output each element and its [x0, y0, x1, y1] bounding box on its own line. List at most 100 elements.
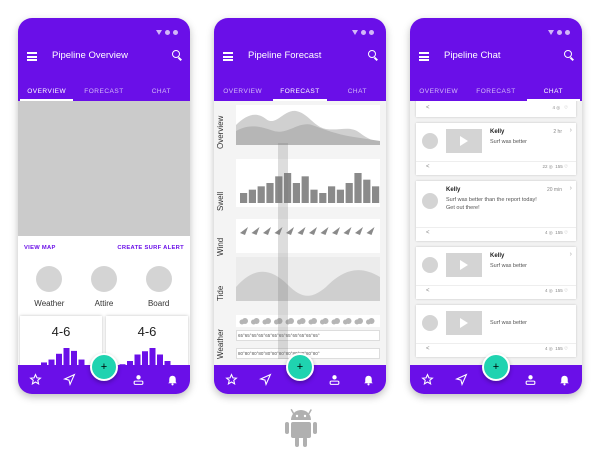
navigation-icon[interactable] — [455, 373, 469, 387]
tab-overview[interactable]: OVERVIEW — [214, 84, 271, 100]
overview-area-chart — [236, 105, 380, 145]
cloud-icon — [343, 318, 352, 325]
cloud-icon — [320, 318, 329, 325]
person-icon[interactable] — [523, 373, 537, 387]
search-icon[interactable] — [368, 50, 376, 58]
weather-icons-row — [236, 315, 380, 327]
circle-label: Weather — [34, 299, 65, 308]
map-placeholder[interactable] — [18, 101, 190, 236]
phone-chat: Pipeline Chat OVERVIEW FORECAST CHAT < 4… — [410, 18, 582, 394]
view-map-link[interactable]: VIEW MAP — [24, 245, 56, 251]
menu-icon[interactable] — [419, 52, 429, 61]
time-highlight[interactable] — [278, 143, 288, 359]
swell-bar — [345, 183, 353, 203]
wave-bar — [71, 350, 77, 365]
surf-card[interactable]: 4-6 — [106, 316, 188, 365]
message-text: Surf was better than the report today! G… — [446, 197, 537, 211]
tab-overview[interactable]: OVERVIEW — [18, 84, 75, 101]
add-fab-button[interactable]: + — [286, 353, 314, 381]
chat-card[interactable]: Kelly Surf was better 2 hr › < 22 ◎ 155 … — [416, 123, 576, 175]
tab-overview[interactable]: OVERVIEW — [410, 84, 467, 100]
status-bar — [352, 30, 374, 35]
star-icon[interactable] — [224, 373, 238, 387]
avatar — [422, 315, 438, 331]
bell-icon[interactable] — [362, 373, 376, 387]
search-icon[interactable] — [172, 50, 180, 58]
wave-bar — [149, 348, 156, 365]
navigation-icon[interactable] — [63, 373, 77, 387]
tab-chat[interactable]: CHAT — [329, 84, 386, 100]
circle-weather[interactable]: Weather — [25, 266, 73, 308]
create-surf-alert-link[interactable]: CREATE SURF ALERT — [117, 245, 184, 251]
video-thumbnail[interactable] — [446, 311, 482, 335]
swell-bar — [372, 186, 380, 203]
android-logo-icon — [285, 408, 317, 447]
message-time: 20 min — [546, 187, 562, 193]
menu-icon[interactable] — [27, 52, 37, 61]
row-label-swell: Swell — [216, 191, 225, 211]
chat-card[interactable]: Kelly Surf was better › < 4 ◎ 155 ♡ — [416, 247, 576, 299]
person-icon[interactable] — [131, 373, 145, 387]
circle-board[interactable]: Board — [135, 266, 183, 308]
share-icon[interactable]: < — [426, 230, 430, 236]
add-fab-button[interactable]: + — [90, 353, 118, 381]
card-stats: 4 ◎ 155 ♡ — [544, 288, 568, 293]
video-thumbnail[interactable] — [446, 129, 482, 153]
chat-card[interactable]: Surf was better < 4 ◎ 155 ♡ — [416, 305, 576, 357]
chat-card[interactable]: Kelly Surf was better than the report to… — [416, 181, 576, 241]
bell-icon[interactable] — [558, 373, 572, 387]
tab-bar: OVERVIEW FORECAST CHAT — [18, 84, 190, 101]
cloud-icon — [251, 318, 260, 325]
message-text: Surf was better — [490, 320, 527, 326]
search-icon[interactable] — [564, 50, 572, 58]
phone-forecast: Pipeline Forecast OVERVIEW FORECAST CHAT… — [214, 18, 386, 394]
share-icon[interactable]: < — [426, 164, 430, 170]
app-title: Pipeline Forecast — [248, 50, 322, 61]
chevron-right-icon[interactable]: › — [570, 127, 572, 134]
wind-arrow-icon — [263, 227, 271, 235]
chevron-right-icon[interactable]: › — [570, 251, 572, 258]
share-icon[interactable]: < — [426, 105, 430, 111]
tab-chat[interactable]: CHAT — [133, 84, 190, 100]
swell-bar — [336, 189, 344, 203]
swell-bar-chart — [236, 159, 380, 207]
share-icon[interactable]: < — [426, 288, 430, 294]
chevron-right-icon[interactable]: › — [570, 185, 572, 192]
cloud-icon — [262, 318, 271, 325]
circle-attire[interactable]: Attire — [80, 266, 128, 308]
card-stats: 4 ◎ 155 ♡ — [544, 230, 568, 235]
card-stats: 22 ◎ 155 ♡ — [542, 164, 568, 169]
wave-height: 4-6 — [51, 324, 71, 339]
cloud-icon — [354, 318, 363, 325]
share-icon[interactable]: < — [426, 346, 430, 352]
add-fab-button[interactable]: + — [482, 353, 510, 381]
star-icon[interactable] — [420, 373, 434, 387]
app-title: Pipeline Overview — [52, 50, 129, 61]
surf-card[interactable]: 4-6 — [20, 316, 102, 365]
wind-arrow-icon — [366, 227, 375, 235]
swell-bar — [354, 173, 362, 203]
bell-icon[interactable] — [166, 373, 180, 387]
wind-arrow-icon — [343, 227, 352, 235]
wave-bar — [142, 351, 148, 365]
wind-arrow-icon — [251, 227, 260, 235]
tab-forecast[interactable]: FORECAST — [75, 84, 132, 100]
app-title: Pipeline Chat — [444, 50, 501, 61]
wind-arrow-icon — [332, 227, 340, 235]
person-icon[interactable] — [327, 373, 341, 387]
swell-bar — [266, 183, 274, 203]
tab-forecast[interactable]: FORECAST — [271, 84, 328, 101]
cloud-icon — [308, 318, 317, 325]
navigation-icon[interactable] — [259, 373, 273, 387]
menu-icon[interactable] — [223, 52, 233, 61]
tab-chat[interactable]: CHAT — [525, 84, 582, 101]
avatar — [422, 193, 438, 209]
card-stats: 4 ◎ ♡ — [552, 105, 568, 110]
wave-bar — [63, 348, 70, 365]
message-text: Surf was better — [490, 263, 527, 269]
app-bar: Pipeline Forecast — [214, 46, 386, 68]
chat-card-partial[interactable]: < 4 ◎ ♡ — [416, 101, 576, 117]
tab-forecast[interactable]: FORECAST — [467, 84, 524, 100]
star-icon[interactable] — [28, 373, 42, 387]
video-thumbnail[interactable] — [446, 253, 482, 277]
